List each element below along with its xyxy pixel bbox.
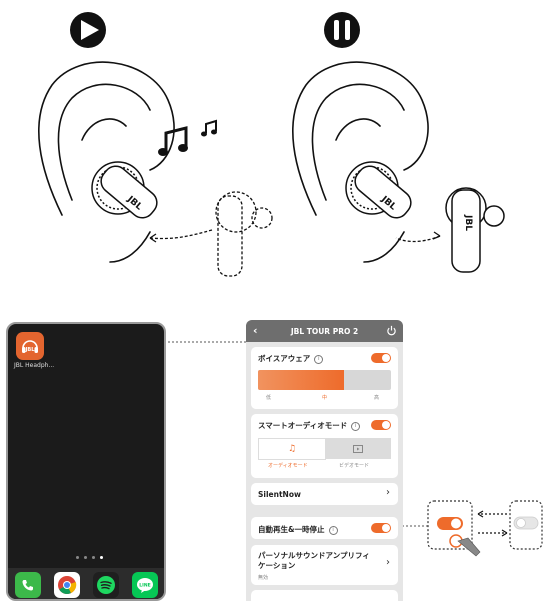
voice-aware-label: ボイスアウェア i <box>258 353 324 364</box>
voice-aware-card: ボイスアウェア i 低 中 高 <box>251 347 398 409</box>
power-icon[interactable] <box>386 325 397 338</box>
auto-play-pause-toggle[interactable] <box>371 523 391 533</box>
chevron-right-icon: › <box>386 487 390 498</box>
music-note-icon: ♫ <box>287 444 297 454</box>
app-header: ‹ JBL TOUR PRO 2 <box>246 320 403 342</box>
chrome-icon[interactable] <box>53 571 80 598</box>
music-notes-icon <box>158 119 217 156</box>
silent-now-label: SilentNow <box>258 490 301 499</box>
next-row <box>251 590 398 601</box>
jbl-app-screen: ‹ JBL TOUR PRO 2 ボイスアウェア i 低 中 高 スマートオーディ… <box>246 320 403 601</box>
info-icon[interactable]: i <box>314 354 324 364</box>
voice-aware-level-fill <box>258 370 345 390</box>
personal-sound-status: 無効 <box>258 575 269 581</box>
page-indicator <box>76 556 103 559</box>
earbud-removed: JBL <box>445 187 505 273</box>
auto-play-pause-row: 自動再生&一時停止 i <box>251 517 398 539</box>
earbud-illustration: JBL JBL JBL <box>38 12 505 277</box>
auto-play-pause-label: 自動再生&一時停止 i <box>258 524 338 535</box>
info-icon[interactable]: i <box>328 525 338 535</box>
level-mid: 中 <box>322 395 328 401</box>
earbud-removed-dashed <box>215 191 273 277</box>
jbl-headphones-app-icon[interactable]: JBL <box>16 332 44 360</box>
line-icon[interactable]: LINE <box>131 571 158 598</box>
device-title: JBL TOUR PRO 2 <box>290 326 359 336</box>
dock: LINE <box>8 568 164 599</box>
level-low: 低 <box>266 395 272 401</box>
voice-aware-toggle[interactable] <box>371 353 391 363</box>
phone-home-screen: JBL JBL Headph... LINE <box>6 322 166 601</box>
left-ear <box>38 61 175 263</box>
video-mode-label: ビデオモード <box>339 463 370 469</box>
svg-text:JBL: JBL <box>25 347 36 353</box>
audio-mode-label: オーディオモード <box>268 463 308 469</box>
spotify-icon[interactable] <box>92 571 119 598</box>
video-mode-button[interactable] <box>325 438 391 459</box>
voice-aware-level-slider[interactable] <box>258 370 391 390</box>
audio-mode-button[interactable]: ♫ <box>258 438 326 460</box>
earbud-in-ear-right: JBL <box>345 161 412 219</box>
smart-audio-toggle[interactable] <box>371 420 391 430</box>
smart-audio-label: スマートオーディオモード i <box>258 420 361 431</box>
toggle-callout <box>427 500 543 557</box>
info-icon[interactable]: i <box>351 421 361 431</box>
chevron-right-icon: › <box>386 557 390 568</box>
back-icon[interactable]: ‹ <box>253 324 258 337</box>
svg-text:LINE: LINE <box>139 582 150 588</box>
app-label: JBL Headph... <box>14 362 55 369</box>
svg-text:JBL: JBL <box>463 214 473 231</box>
pause-icon <box>324 12 360 48</box>
play-icon <box>70 12 106 48</box>
personal-sound-row[interactable]: パーソナルサウンドアンプリフィケーション 無効 › <box>251 545 398 585</box>
silent-now-row[interactable]: SilentNow › <box>251 483 398 505</box>
personal-sound-label: パーソナルサウンドアンプリフィケーション <box>258 551 370 570</box>
video-icon <box>353 444 363 453</box>
level-high: 高 <box>374 395 380 401</box>
smart-audio-card: スマートオーディオモード i ♫ オーディオモード ビデオモード <box>251 414 398 478</box>
phone-icon[interactable] <box>14 571 41 598</box>
right-ear <box>292 61 429 263</box>
earbud-in-ear-left: JBL <box>91 161 158 219</box>
